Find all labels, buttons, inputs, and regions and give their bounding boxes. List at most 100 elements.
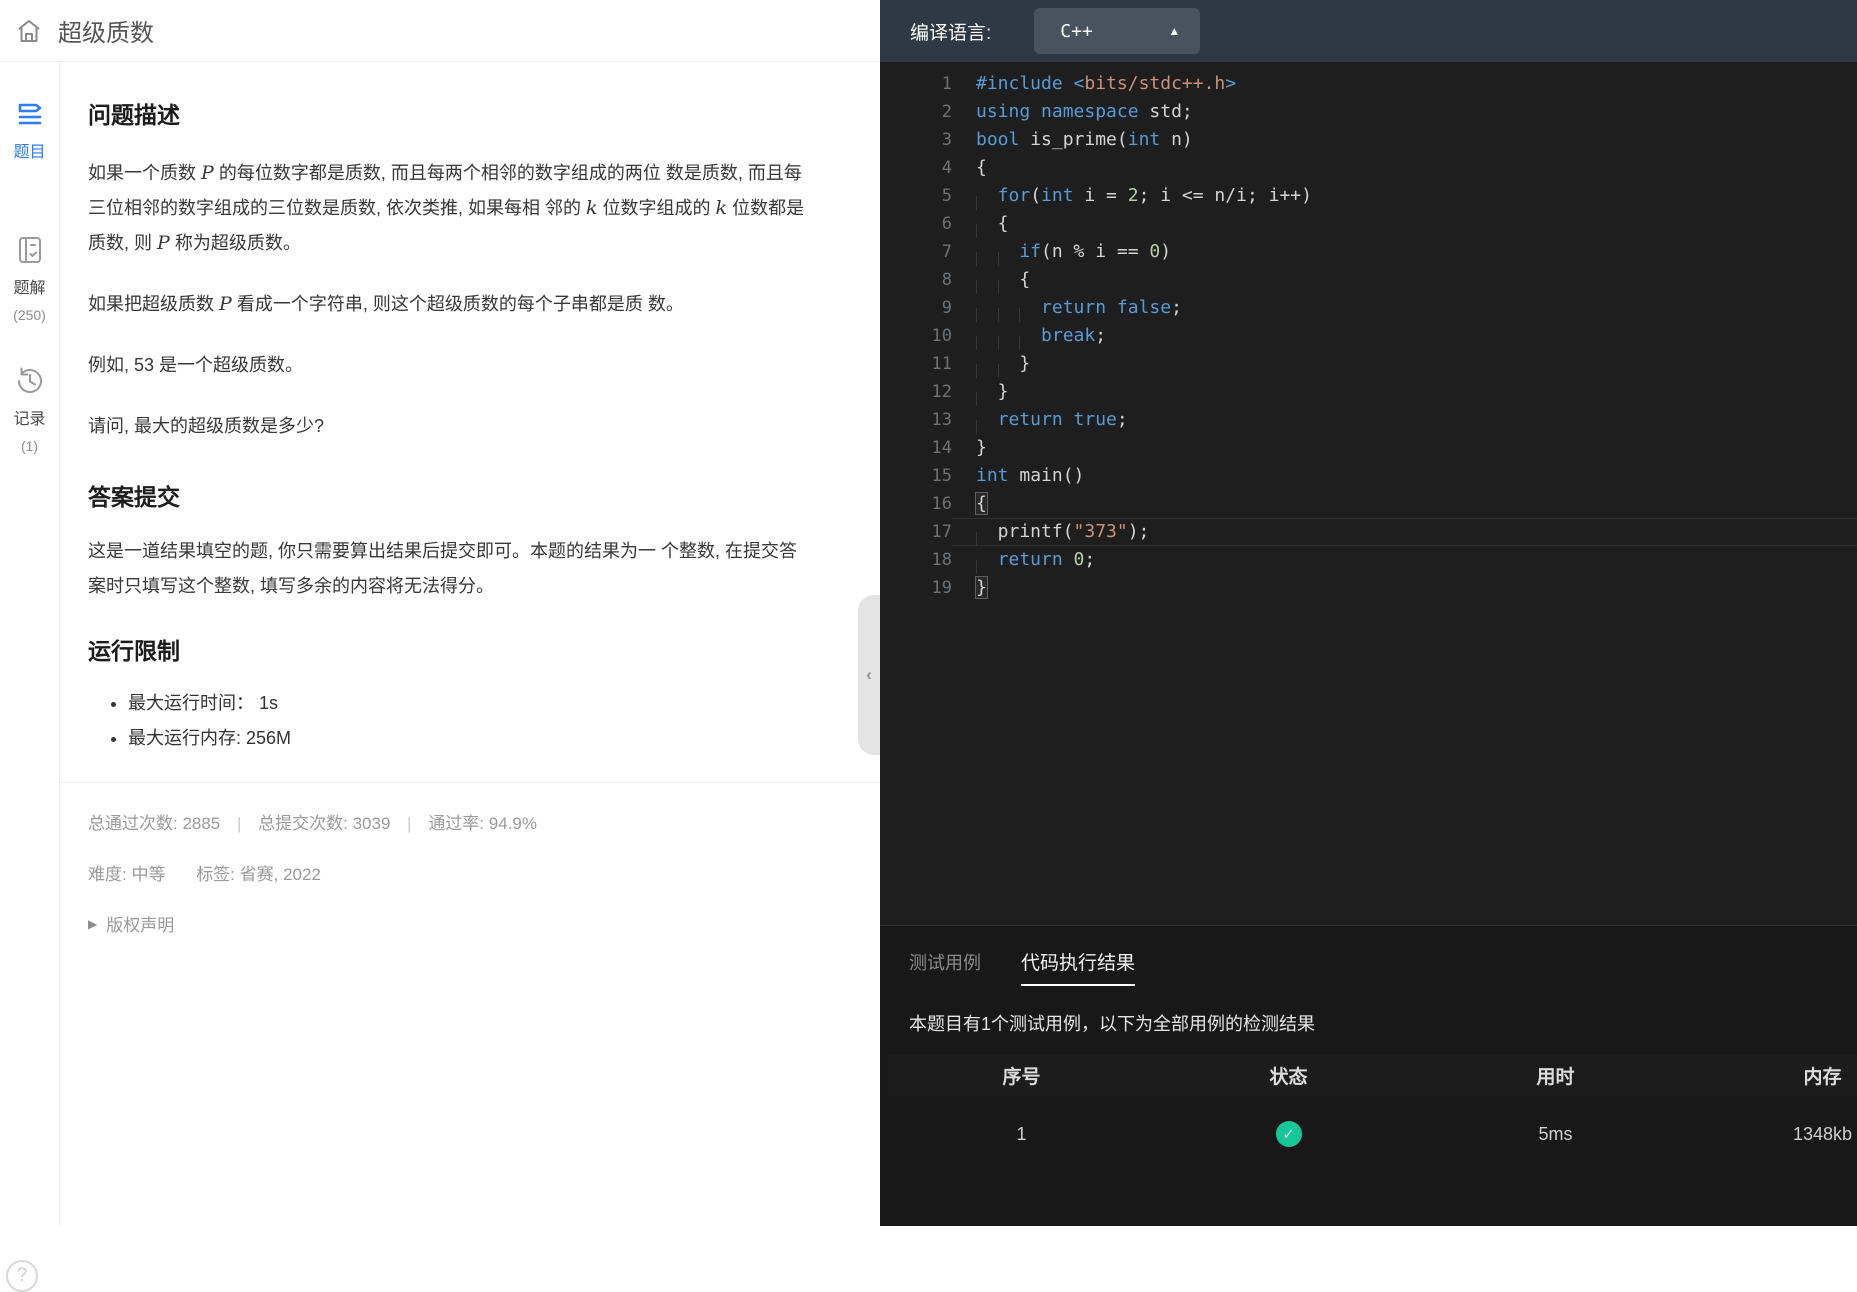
tags-label: 标签: 省赛, 2022	[196, 865, 321, 884]
sidebar-item-problem[interactable]: 题目	[0, 98, 59, 162]
tab-execution-result[interactable]: 代码执行结果	[1021, 948, 1136, 986]
code-line: 6{	[880, 210, 1857, 238]
help-button[interactable]: ?	[6, 1260, 38, 1292]
sidebar-item-label: 题目	[13, 144, 46, 161]
line-number: 14	[931, 438, 952, 458]
submit-paragraphs: 这是一道结果填空的题, 你只需要算出结果后提交即可。本题的结果为一 个整数, 在…	[88, 534, 880, 604]
line-content: #include <bits/stdc++.h>	[976, 73, 1237, 94]
code-editor[interactable]: 1 #include <bits/stdc++.h> 2 using namespac…	[880, 62, 1857, 925]
line-content: return true;	[976, 409, 1128, 434]
stat-passed: 总通过次数: 2885	[88, 814, 221, 833]
line-content: printf("373");	[952, 518, 1857, 546]
stats-line: 总通过次数: 2885 | 总提交次数: 3039 | 通过率: 94.9%	[88, 809, 880, 834]
line-number: 4	[941, 158, 952, 178]
line-content: {	[975, 492, 988, 515]
problem-content: 问题描述 如果一个质数 P 的每位数字都是质数, 而且每两个相邻的数字组成的两位…	[60, 62, 880, 1226]
language-selected-value: C++	[1060, 20, 1093, 42]
line-number: 12	[931, 382, 952, 402]
code-line: 19}	[880, 574, 1857, 602]
help-icon: ?	[16, 1265, 28, 1286]
column-header: 内存	[1803, 1066, 1842, 1088]
language-select[interactable]: C++ ▲	[1034, 8, 1201, 54]
stat-separator: |	[237, 814, 242, 833]
results-table-body: 1 ✓ 5ms 1348kb	[888, 1096, 1857, 1172]
section-heading-limits: 运行限制	[88, 638, 180, 664]
line-number: 1	[941, 74, 952, 94]
paragraph: 如果一个质数 P 的每位数字都是质数, 而且每两个相邻的数字组成的两位 数是质数…	[88, 162, 805, 254]
stat-rate: 通过率: 94.9%	[428, 814, 537, 833]
solution-book-icon	[18, 237, 41, 263]
difficulty-label: 难度: 中等	[88, 865, 166, 884]
line-content: using namespace std;	[976, 101, 1193, 122]
code-line: 3 bool is_prime(int n)	[880, 126, 1857, 154]
code-line: 11}	[880, 350, 1857, 378]
results-table: 序号 状态 用时 内存 1 ✓ 5ms 1348kb	[888, 1054, 1857, 1172]
line-number: 16	[931, 494, 952, 514]
line-content: {	[976, 213, 1009, 238]
line-content: }	[976, 437, 987, 458]
line-number: 17	[931, 522, 952, 542]
sidebar-item-count: (250)	[13, 307, 46, 323]
results-tabs: 测试用例 代码执行结果	[909, 948, 1857, 986]
section-heading-description: 问题描述	[88, 102, 180, 128]
sidebar-item-count: (1)	[20, 438, 39, 454]
line-content: }	[975, 576, 988, 599]
home-button[interactable]	[14, 16, 44, 46]
stat-separator: |	[407, 814, 412, 833]
problem-list-icon	[18, 103, 41, 125]
sidebar-item-label: 记录	[13, 411, 46, 428]
sidebar-item-records[interactable]: 记录 (1)	[0, 365, 59, 454]
copyright-label: 版权声明	[106, 916, 175, 935]
paragraph: 请问, 最大的超级质数是多少?	[88, 416, 325, 436]
limits-list: 最大运行时间： 1s 最大运行内存: 256M	[88, 686, 880, 756]
line-content: {	[976, 269, 1031, 294]
line-content: break;	[976, 325, 1107, 350]
page-title: 超级质数	[58, 20, 154, 47]
copyright-toggle[interactable]: ▶ 版权声明	[88, 911, 880, 936]
home-icon	[18, 19, 40, 42]
expand-triangle-icon: ▶	[88, 916, 98, 931]
code-line: 16 {	[880, 490, 1857, 518]
line-content: return 0;	[976, 549, 1096, 574]
line-content: int main()	[976, 465, 1085, 486]
line-content: }	[976, 353, 1031, 378]
code-line: 15 int main()	[880, 462, 1857, 490]
problem-panel: 超级质数 题目 题解 (250) 记录 (1) ? 问题描述 如果一个质数 P …	[0, 0, 880, 1292]
table-cell-time: 5ms	[1538, 1123, 1573, 1144]
stat-submitted: 总提交次数: 3039	[258, 814, 391, 833]
paragraph: 如果把超级质数 P 看成一个字符串, 则这个超级质数的每个子串都是质 数。	[88, 293, 684, 315]
column-header: 用时	[1536, 1066, 1575, 1088]
tab-test-cases[interactable]: 测试用例	[909, 949, 981, 975]
code-line: 7 if(n % i == 0)	[880, 238, 1857, 266]
results-panel: 测试用例 代码执行结果 本题目有1个测试用例，以下为全部用例的检测结果 序号 状态…	[880, 925, 1857, 1226]
line-number: 15	[931, 466, 952, 486]
line-content: {	[976, 157, 987, 178]
table-row: 1 ✓ 5ms 1348kb	[888, 1096, 1857, 1172]
history-clock-icon	[17, 367, 42, 393]
table-cell-memory: 1348kb	[1792, 1123, 1853, 1144]
caret-up-icon: ▲	[1168, 24, 1181, 38]
editor-toolbar: 编译语言: C++ ▲	[880, 0, 1857, 62]
column-header: 序号	[1002, 1066, 1041, 1088]
code-line: 1 #include <bits/stdc++.h>	[880, 70, 1857, 98]
case-summary: 本题目有1个测试用例，以下为全部用例的检测结果	[909, 1014, 1316, 1034]
line-content: }	[976, 381, 1009, 406]
code-line: 4{	[880, 154, 1857, 182]
code-lines: 1 #include <bits/stdc++.h> 2 using namespac…	[880, 70, 1857, 602]
line-number: 18	[931, 550, 952, 570]
code-line: 2 using namespace std;	[880, 98, 1857, 126]
sidebar-item-solutions[interactable]: 题解 (250)	[0, 234, 59, 323]
sidebar: 题目 题解 (250) 记录 (1) ?	[0, 62, 60, 1292]
editor-panel: 编译语言: C++ ▲ 1 #include <bits/stdc++.h> 2 us…	[880, 0, 1857, 1226]
code-line: 12}	[880, 378, 1857, 406]
line-content: for(int i = 2; i <= n/i; i++)	[976, 185, 1312, 210]
limit-item-memory: 最大运行内存: 256M	[128, 721, 880, 756]
line-number: 11	[931, 354, 952, 374]
panel-collapse-handle[interactable]: ‹	[858, 595, 880, 755]
meta-line: 难度: 中等 标签: 省赛, 2022	[88, 860, 880, 885]
code-line: 18 return 0;	[880, 546, 1857, 574]
line-number: 5	[941, 186, 952, 206]
line-number: 2	[941, 102, 952, 122]
description-paragraphs: 如果一个质数 P 的每位数字都是质数, 而且每两个相邻的数字组成的两位 数是质数…	[88, 156, 880, 444]
paragraph: 这是一道结果填空的题, 你只需要算出结果后提交即可。本题的结果为一 个整数, 在…	[88, 541, 798, 596]
